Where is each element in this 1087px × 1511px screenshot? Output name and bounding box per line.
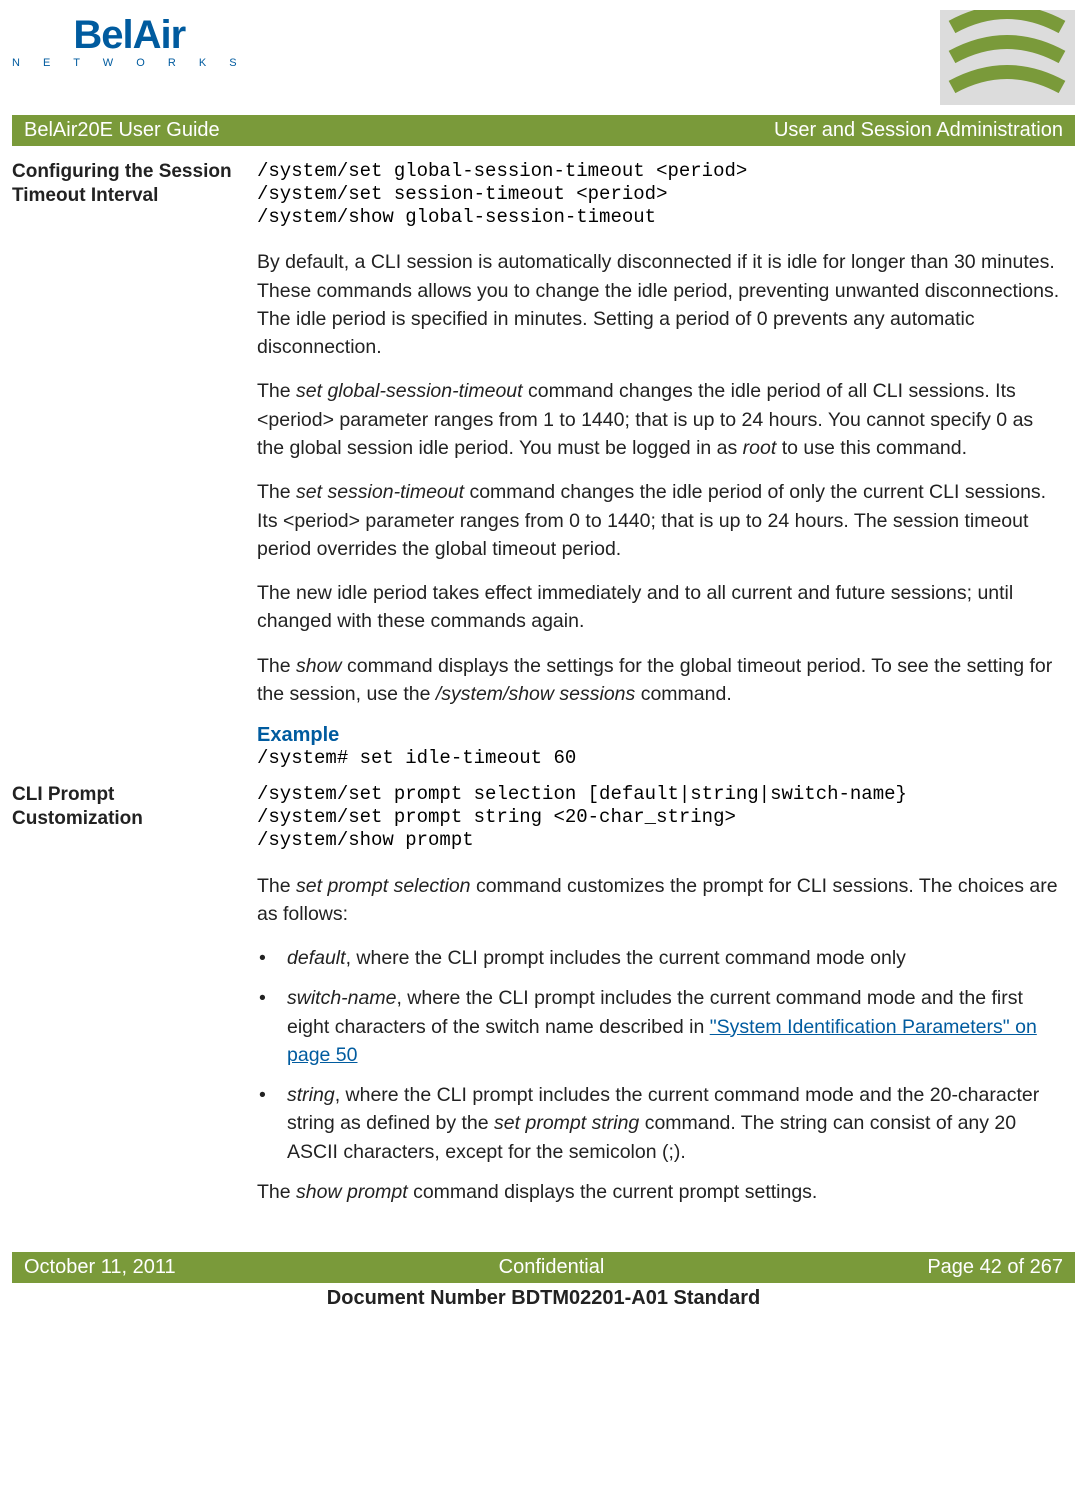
footer-bar: October 11, 2011 Confidential Page 42 of… <box>12 1252 1075 1283</box>
bullet-list: • default, where the CLI prompt includes… <box>257 944 1065 1166</box>
command-block-prompt: /system/set prompt selection [default|st… <box>257 783 1065 851</box>
guide-title: BelAir20E User Guide <box>24 119 220 142</box>
document-number: Document Number BDTM02201-A01 Standard <box>12 1283 1075 1310</box>
section-title: User and Session Administration <box>774 119 1063 142</box>
paragraph: The set prompt selection command customi… <box>257 872 1065 929</box>
paragraph: The new idle period takes effect immedia… <box>257 579 1065 636</box>
list-item: • string, where the CLI prompt includes … <box>257 1081 1065 1166</box>
logo-subtext: N E T W O R K S <box>12 57 247 69</box>
section-timeout: Configuring the Session Timeout Interval… <box>12 146 1075 783</box>
paragraph: By default, a CLI session is automatical… <box>257 248 1065 361</box>
heading-timeout: Configuring the Session Timeout Interval <box>12 160 239 208</box>
wave-icon <box>940 10 1075 105</box>
example-command: /system# set idle-timeout 60 <box>257 747 1065 769</box>
page-header: BelAir N E T W O R K S <box>12 10 1075 115</box>
footer-page: Page 42 of 267 <box>927 1256 1063 1279</box>
section-prompt: CLI Prompt Customization /system/set pro… <box>12 783 1075 1222</box>
footer-confidential: Confidential <box>499 1256 605 1279</box>
logo-text: BelAir <box>73 15 185 55</box>
command-block-timeout: /system/set global-session-timeout <peri… <box>257 160 1065 228</box>
paragraph: The set session-timeout command changes … <box>257 478 1065 563</box>
paragraph: The show prompt command displays the cur… <box>257 1178 1065 1206</box>
example-label: Example <box>257 724 1065 747</box>
footer-date: October 11, 2011 <box>24 1256 176 1279</box>
paragraph: The show command displays the settings f… <box>257 652 1065 709</box>
list-item: • switch-name, where the CLI prompt incl… <box>257 984 1065 1069</box>
paragraph: The set global-session-timeout command c… <box>257 377 1065 462</box>
title-bar: BelAir20E User Guide User and Session Ad… <box>12 115 1075 146</box>
heading-prompt: CLI Prompt Customization <box>12 783 239 831</box>
company-logo: BelAir N E T W O R K S <box>12 15 247 69</box>
list-item: • default, where the CLI prompt includes… <box>257 944 1065 972</box>
